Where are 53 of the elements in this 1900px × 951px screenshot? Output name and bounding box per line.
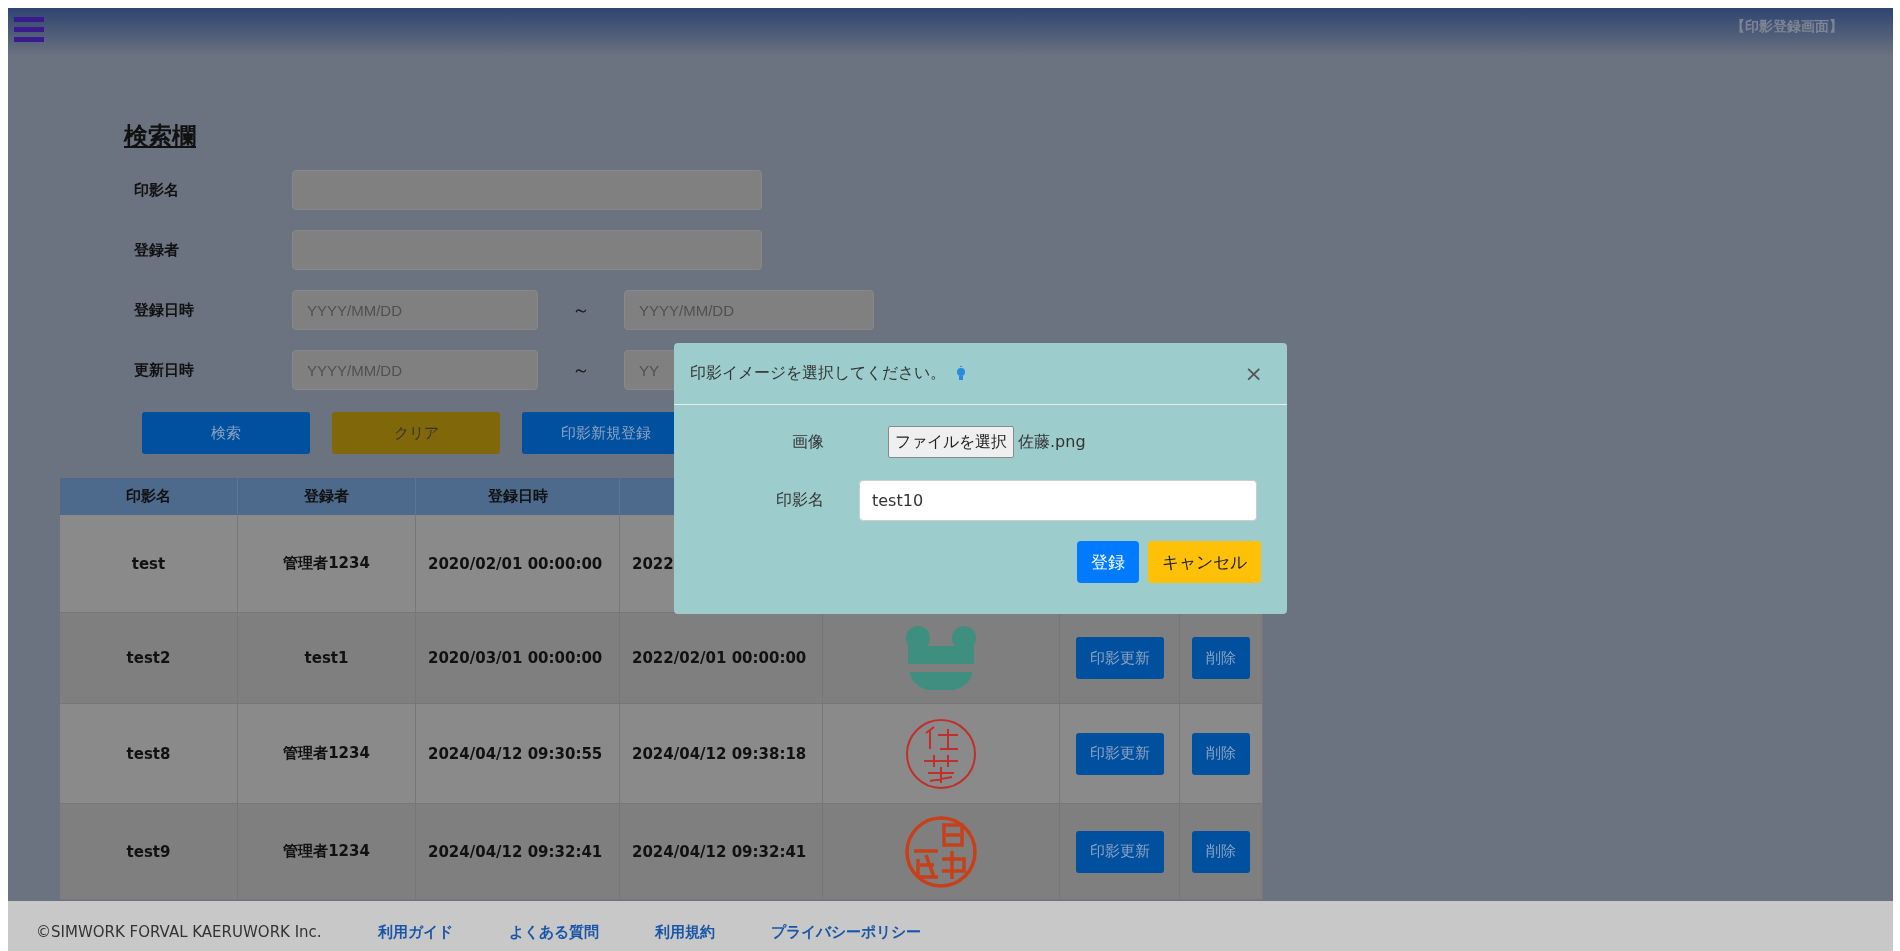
footer-link[interactable]: 利用ガイド xyxy=(377,922,453,942)
table-cell: 管理者1234 xyxy=(238,804,416,900)
table-cell: 2024/04/12 09:30:55 xyxy=(416,704,620,804)
range-separator: ～ xyxy=(571,298,591,322)
update-button[interactable]: 印影更新 xyxy=(1075,637,1164,679)
file-select-button[interactable]: ファイルを選択 xyxy=(888,426,1014,458)
column-header: 印影名 xyxy=(60,478,238,515)
field-label: 印影名 xyxy=(133,180,180,200)
table-cell: test2 xyxy=(60,613,238,704)
field-label: 印影名 xyxy=(775,489,824,511)
table-cell: 管理者1234 xyxy=(238,515,416,613)
frog-icon xyxy=(904,626,978,690)
field-label: 登録者 xyxy=(133,240,180,260)
table-cell: test8 xyxy=(60,704,238,804)
search-button[interactable]: クリア xyxy=(332,412,500,454)
field-label: 画像 xyxy=(791,431,824,453)
field-label: 登録日時 xyxy=(133,300,195,320)
delete-button[interactable]: 削除 xyxy=(1192,732,1250,775)
range-separator: ～ xyxy=(571,358,591,382)
table-cell: 2020/03/01 00:00:00 xyxy=(416,613,620,704)
register-button[interactable]: 登録 xyxy=(1077,541,1139,583)
search-field[interactable] xyxy=(292,230,762,270)
name-field[interactable]: test10 xyxy=(859,479,1257,521)
search-field[interactable] xyxy=(292,170,762,210)
table-cell: 2024/04/12 09:32:41 xyxy=(416,804,620,900)
delete-button[interactable]: 削除 xyxy=(1192,637,1250,679)
column-header: 登録者 xyxy=(238,478,416,515)
table-cell: 2024/04/12 09:32:41 xyxy=(620,804,823,900)
table-cell: test9 xyxy=(60,804,238,900)
table-cell: 2024/04/12 09:38:18 xyxy=(620,704,823,804)
file-name: 佐藤.png xyxy=(1018,431,1086,453)
table-cell: test xyxy=(60,515,238,613)
search-button[interactable]: 検索 xyxy=(142,412,310,454)
footer-link[interactable]: 利用規約 xyxy=(654,922,715,942)
column-header: 登録日時 xyxy=(416,478,620,515)
page-title: 【印影登録画面】 xyxy=(1731,18,1843,36)
update-button[interactable]: 印影更新 xyxy=(1075,830,1164,873)
footer-link[interactable]: よくある質問 xyxy=(508,922,599,942)
copyright: ©SIMWORK FORVAL KAERUWORK Inc. xyxy=(36,923,322,941)
table-cell: 2022/02/01 00:00:00 xyxy=(620,613,823,704)
cancel-button[interactable]: キャンセル xyxy=(1148,541,1261,583)
lightbulb-icon xyxy=(956,365,966,382)
close-button[interactable]: × xyxy=(1238,360,1269,387)
table-cell: test1 xyxy=(238,613,416,704)
footer-link[interactable]: プライバシーポリシー xyxy=(770,922,921,942)
delete-button[interactable]: 削除 xyxy=(1192,830,1250,873)
table-cell: 2020/02/01 00:00:00 xyxy=(416,515,620,613)
table-cell: 管理者1234 xyxy=(238,704,416,804)
field-label: 更新日時 xyxy=(133,360,195,380)
update-button[interactable]: 印影更新 xyxy=(1075,732,1164,775)
dialog-title: 印影イメージを選択してください。 xyxy=(690,363,946,384)
menu-icon[interactable] xyxy=(14,14,44,44)
search-heading: 検索欄 xyxy=(124,121,197,152)
